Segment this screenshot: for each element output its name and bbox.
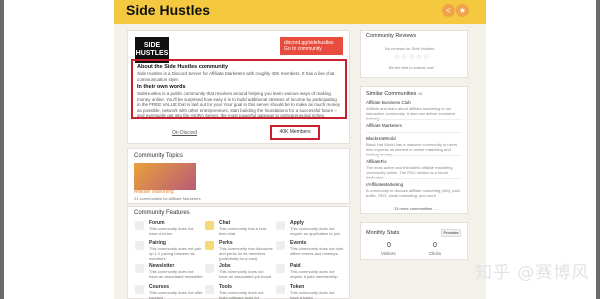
feature-paid: Paid This community does not require a pa… xyxy=(276,263,346,285)
similar-item[interactable]: Affiliate Business Club xyxy=(366,100,411,105)
clicks-count: 0 xyxy=(433,242,437,249)
topic-subtitle: 21 communities for Affiliate Marketers xyxy=(134,196,201,201)
about-heading: About the Side Hustles community xyxy=(137,64,229,70)
window-border-right xyxy=(596,0,600,299)
tools-icon xyxy=(205,285,214,294)
reviews-title: Community Reviews xyxy=(366,33,417,39)
events-icon xyxy=(276,241,285,250)
divider xyxy=(366,178,462,179)
about-section: About the Side Hustles community Side Hu… xyxy=(131,59,347,119)
feature-courses: Courses This community does not offer cou… xyxy=(135,284,205,299)
own-words-text: SideHustles is a public community that r… xyxy=(137,91,341,118)
forum-icon xyxy=(135,221,144,230)
visitors-count: 0 xyxy=(387,242,391,249)
own-words-heading: In their own words xyxy=(137,84,186,90)
rating-stars-icon[interactable]: ☆☆☆☆☆ xyxy=(394,53,430,61)
chat-icon xyxy=(205,221,214,230)
page-gutter-left xyxy=(4,0,114,299)
more-communities-link[interactable]: 13 more communities → xyxy=(394,206,437,211)
promote-button[interactable]: Promote xyxy=(441,229,461,237)
stats-title: Monthly Stats xyxy=(366,230,400,236)
similar-item[interactable]: AffiliateFix xyxy=(366,159,387,164)
feature-pairing: Pairing This community does not pair up 1… xyxy=(135,240,205,262)
similar-item[interactable]: BlackHatWorld xyxy=(366,136,396,141)
topic-thumbnail[interactable] xyxy=(134,163,196,190)
feature-tools: Tools This community does not build softw… xyxy=(205,284,275,299)
feature-newsletter: Newsletter This community does not have a… xyxy=(135,263,205,285)
paid-icon xyxy=(276,264,285,273)
page-title: Side Hustles xyxy=(126,2,211,18)
divider xyxy=(366,119,462,120)
jobs-icon xyxy=(205,264,214,273)
topics-title: Community Topics xyxy=(134,153,183,159)
bookmark-icon[interactable]: ★ xyxy=(456,4,469,17)
similar-item-desc: A community to discuss affiliate marketi… xyxy=(366,188,460,198)
join-community-button[interactable]: discord.gg/sidehustles Go to community xyxy=(280,37,343,55)
clicks-label: Clicks xyxy=(429,251,441,256)
discord-link[interactable]: On Discord xyxy=(172,130,197,136)
feature-perks: Perks This community has discounts and pe… xyxy=(205,240,275,262)
token-icon xyxy=(276,285,285,294)
about-text: Side Hustles is a Discord Server for Aff… xyxy=(137,71,335,82)
divider xyxy=(366,155,462,156)
newsletter-icon xyxy=(135,264,144,273)
feature-events: Events This community does not host offli… xyxy=(276,240,346,262)
similar-title: Similar Communities 28 xyxy=(366,91,423,97)
feature-forum: Forum This community does not have a foru… xyxy=(135,220,205,242)
watermark: 知乎 @赛博风 xyxy=(475,263,590,283)
visitors-label: Visitors xyxy=(381,251,396,256)
courses-icon xyxy=(135,285,144,294)
feature-token: Token This community does not have a toke… xyxy=(276,284,346,299)
page-gutter-right xyxy=(486,0,596,299)
similar-item[interactable]: Affiliate Marketers xyxy=(366,123,402,128)
features-title: Community Features xyxy=(134,210,190,216)
feature-chat: Chat This community has a real-time chat xyxy=(205,220,275,242)
similar-item[interactable]: r/AffiliateMarketing xyxy=(366,182,403,187)
reviews-cta[interactable]: Be the first to submit one! xyxy=(389,65,434,70)
apply-icon xyxy=(276,221,285,230)
perks-icon xyxy=(205,241,214,250)
topic-label[interactable]: Affiliate Marketing xyxy=(134,189,174,195)
pairing-icon xyxy=(135,241,144,250)
divider xyxy=(366,132,462,133)
members-count: 40K Members xyxy=(270,125,320,140)
feature-jobs: Jobs This community does not have an asso… xyxy=(205,263,275,285)
feature-apply: Apply This community does not require an … xyxy=(276,220,346,242)
share-icon[interactable]: < xyxy=(442,4,455,17)
reviews-empty-text: No reviews for Side Hustles. xyxy=(385,46,436,51)
stats-card xyxy=(360,222,468,260)
